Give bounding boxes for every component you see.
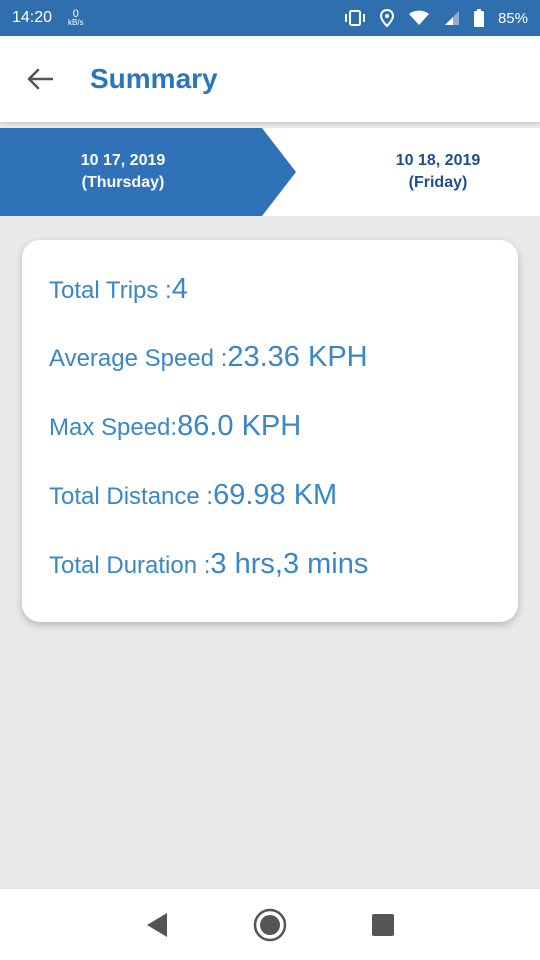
battery-percent: 85% [497,9,528,27]
total-distance-value: 69.98 KM [213,479,338,511]
vibrate-icon [344,10,366,26]
system-nav-bar [0,888,540,960]
tab-date-active[interactable]: 10 17, 2019 (Thursday) [0,128,246,216]
average-speed-label: Average Speed : [49,345,228,372]
total-distance-row: Total Distance :69.98 KM [49,479,337,512]
status-left: 14:20 0 kB/s [12,9,84,27]
status-time: 14:20 [12,9,53,26]
tab-date-next[interactable]: 10 18, 2019 (Friday) [336,128,540,216]
location-icon [379,9,394,27]
total-distance-label: Total Distance : [49,483,214,510]
signal-icon [444,10,460,26]
network-speed: 0 kB/s [68,9,84,27]
max-speed-label: Max Speed: [49,414,178,441]
total-trips-label: Total Trips : [49,277,172,304]
status-bar: 14:20 0 kB/s 85% [0,0,540,36]
average-speed-value: 23.36 KPH [227,341,368,373]
total-duration-label: Total Duration : [49,552,211,579]
back-button[interactable] [0,36,80,122]
nav-home-button[interactable] [246,901,294,949]
nav-recents-button[interactable] [359,901,407,949]
max-speed-value: 86.0 KPH [177,410,302,442]
triangle-back-icon [146,912,167,937]
circle-home-icon [253,908,287,941]
nav-back-button[interactable] [133,901,181,949]
wifi-icon [408,10,430,26]
app-bar: Summary [0,36,540,122]
total-duration-value: 3 hrs,3 mins [210,548,369,580]
battery-icon [473,9,484,27]
tab-date-next-day: (Friday) [408,174,468,191]
summary-card: Total Trips :4 Average Speed :23.36 KPH … [22,240,518,622]
square-recents-icon [372,913,395,936]
max-speed-row: Max Speed:86.0 KPH [49,410,301,443]
arrow-back-icon [27,68,53,90]
page-title: Summary [90,63,218,94]
network-speed-unit: kB/s [68,18,84,27]
tab-date-next-date: 10 18, 2019 [395,152,481,169]
average-speed-row: Average Speed :23.36 KPH [49,341,368,374]
tab-date-active-date: 10 17, 2019 [80,152,166,169]
total-duration-row: Total Duration :3 hrs,3 mins [49,548,368,581]
date-tabs: 10 17, 2019 (Thursday) 10 18, 2019 (Frid… [0,128,540,216]
status-right: 85% [344,9,528,27]
total-trips-row: Total Trips :4 [49,273,188,306]
tab-date-active-day: (Thursday) [81,174,165,191]
total-trips-value: 4 [171,273,188,305]
